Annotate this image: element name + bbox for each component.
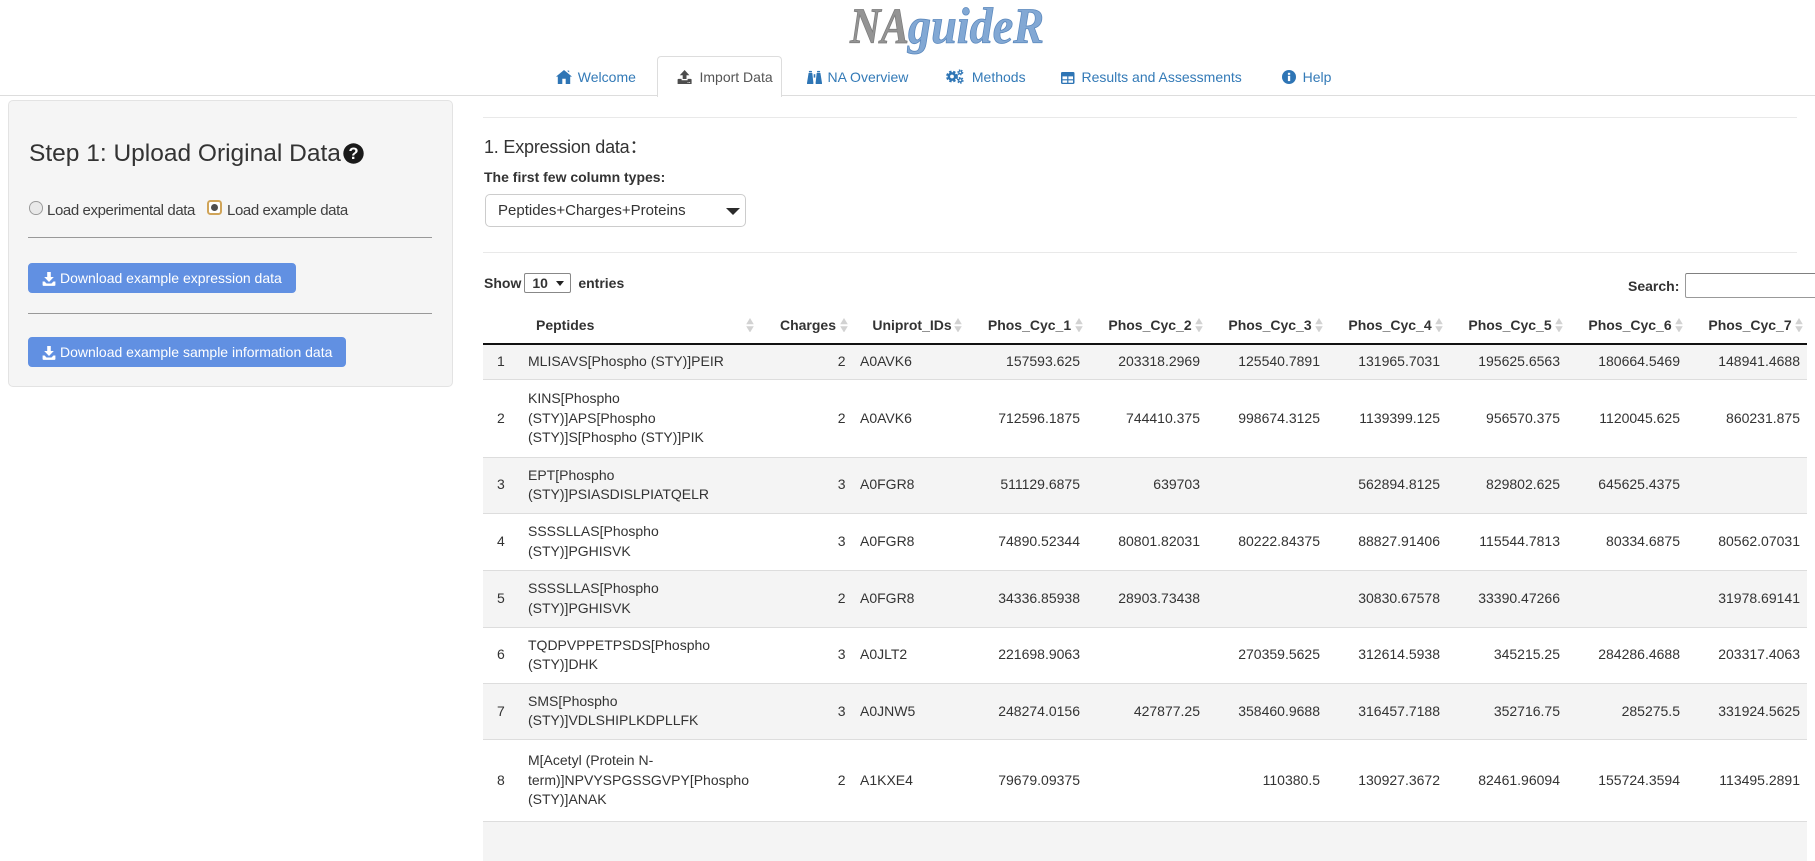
svg-text:NA: NA <box>849 0 909 55</box>
svg-text:?: ? <box>348 145 358 163</box>
svg-text:guideR: guideR <box>907 0 1044 55</box>
